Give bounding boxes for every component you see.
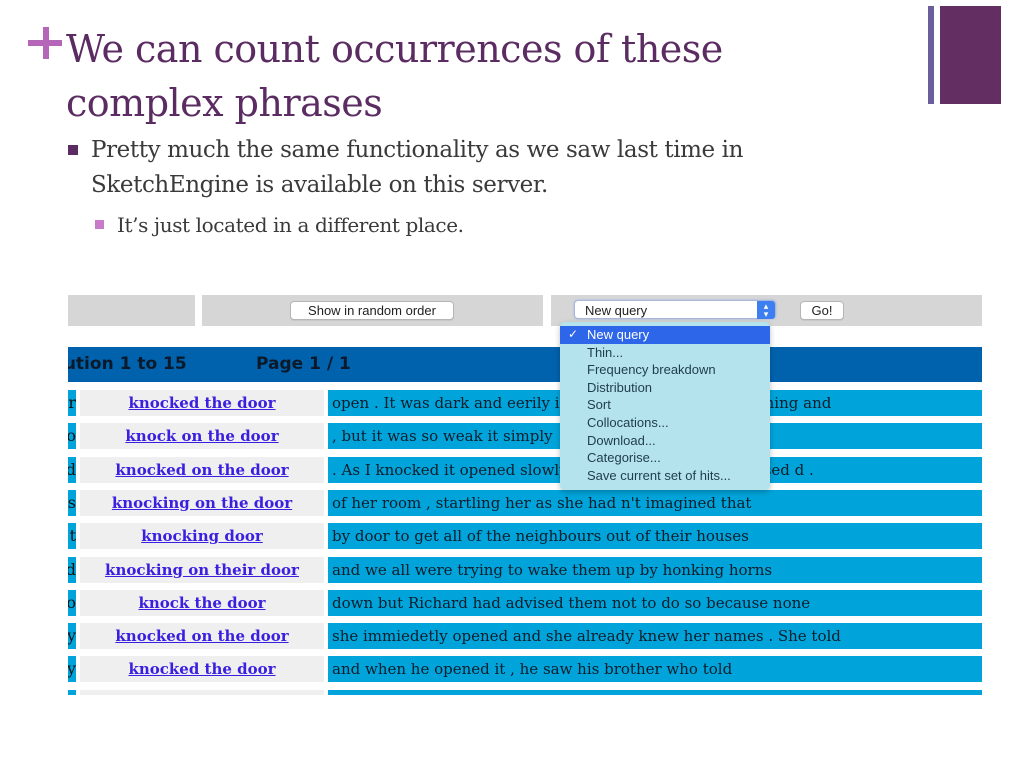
toolbar-section	[68, 295, 195, 326]
concordance-row: o knock the door down but Richard had advi…	[68, 589, 982, 616]
kwic-link[interactable]: knocked the door	[128, 394, 275, 412]
menu-item-label: Thin...	[587, 344, 624, 360]
chevron-updown-icon: ▴ ▾	[757, 301, 775, 319]
kwic-link[interactable]: knock the door	[138, 594, 265, 612]
right-context: and when he opened it , he saw his broth…	[328, 656, 982, 683]
left-context-text: y	[68, 659, 76, 679]
kwic-link[interactable]: knocked on the door	[115, 627, 288, 645]
plus-icon	[28, 24, 64, 60]
toolbar-section: Show in random order	[202, 295, 543, 326]
concordance-row: y knocked on the door she immiedetly opene…	[68, 623, 982, 650]
menu-item[interactable]: Save current set of hits...	[560, 467, 770, 485]
left-context-text: d	[68, 559, 76, 579]
menu-item-label: Distribution	[587, 379, 653, 395]
left-context: s	[68, 489, 76, 516]
menu-item[interactable]: Sort	[560, 396, 770, 414]
kwic-cell: knocked on the door	[80, 456, 324, 483]
kwic-cell	[80, 689, 324, 695]
concordance-row: d knocked on the door. As I knocked it op…	[68, 456, 982, 483]
action-dropdown-menu: ✓ New query Thin... Frequency breakdown Dist…	[560, 322, 770, 490]
slide-title: We can count occurrences of these comple…	[66, 27, 723, 125]
kwic-link[interactable]: knock on the door	[125, 427, 278, 445]
sub-bullet-square-icon	[95, 220, 104, 229]
kwic-cell: knocking on their door	[80, 556, 324, 583]
menu-item-label: Sort	[587, 397, 611, 413]
concordance-row: r knocked the door open . It was dark and …	[68, 390, 982, 416]
concordance-row: y knocked the door and when he opened it ,…	[68, 656, 982, 683]
kwic-cell: knocked on the door	[80, 623, 324, 650]
action-select[interactable]: New query ▴ ▾	[574, 300, 776, 319]
kwic-link[interactable]: knocking door	[141, 527, 263, 545]
menu-item-label: Collocations...	[587, 414, 669, 430]
kwic-cell: knock on the door	[80, 423, 324, 450]
sub-bullet-text: It’s just located in a different place.	[117, 213, 464, 237]
decorative-block	[940, 6, 1001, 104]
concordance-row	[68, 689, 982, 695]
left-context: o	[68, 589, 76, 616]
right-context: she immiedetly opened and she already kn…	[328, 623, 982, 650]
right-context: down but Richard had advised them not to…	[328, 589, 982, 616]
left-context: t	[68, 523, 76, 550]
kwic-link[interactable]: knocking on the door	[112, 494, 292, 512]
menu-item-label: Frequency breakdown	[587, 362, 716, 378]
kwic-link[interactable]: knocked on the door	[115, 461, 288, 479]
menu-item-label: Save current set of hits...	[587, 467, 731, 483]
menu-item-label: Download...	[587, 432, 656, 448]
checkmark-icon: ✓	[568, 327, 579, 341]
left-context-text: y	[68, 626, 76, 646]
menu-item[interactable]: Frequency breakdown	[560, 361, 770, 379]
kwic-cell: knocking door	[80, 523, 324, 550]
decorative-bar	[928, 6, 934, 104]
left-context	[68, 689, 76, 695]
menu-item[interactable]: Collocations...	[560, 414, 770, 432]
show-random-order-button[interactable]: Show in random order	[290, 301, 454, 320]
menu-item[interactable]: ✓ New query	[560, 326, 770, 344]
menu-item-label: Categorise...	[587, 450, 661, 466]
left-context-text: o	[68, 426, 76, 446]
bullet-square-icon	[68, 145, 78, 155]
right-context: and we all were trying to wake them up b…	[328, 556, 982, 583]
left-context: o	[68, 423, 76, 450]
concordance-screenshot: Show in random order New query ▴ ▾ Go! lu…	[68, 295, 982, 695]
menu-item[interactable]: Categorise...	[560, 449, 770, 467]
concordance-row: t knocking door by door to get all of the …	[68, 523, 982, 550]
select-value: New query	[585, 303, 648, 318]
menu-item[interactable]: Distribution	[560, 379, 770, 397]
menu-item[interactable]: Download...	[560, 432, 770, 450]
left-context-text: s	[68, 492, 76, 512]
left-context: r	[68, 390, 76, 416]
left-context: d	[68, 556, 76, 583]
right-context: of her room , startling her as she had n…	[328, 489, 982, 516]
left-context-text: r	[68, 393, 76, 412]
left-context-text: d	[68, 459, 76, 479]
concordance-row: d knocking on their door and we all were t…	[68, 556, 982, 583]
go-button[interactable]: Go!	[800, 301, 844, 320]
menu-item-label: New query	[587, 327, 650, 342]
kwic-link[interactable]: knocked the door	[128, 660, 275, 678]
menu-item[interactable]: Thin...	[560, 344, 770, 362]
left-context-text: t	[69, 526, 76, 546]
left-context-text: o	[68, 592, 76, 612]
results-header: lution 1 to 15 Page 1 / 1	[68, 347, 982, 382]
right-context	[328, 689, 982, 695]
bullet-text: Pretty much the same functionality as we…	[91, 137, 744, 198]
kwic-link[interactable]: knocking on their door	[105, 561, 299, 579]
page-indicator: Page 1 / 1	[256, 354, 351, 374]
left-context: y	[68, 656, 76, 683]
kwic-cell: knocking on the door	[80, 489, 324, 516]
left-context: d	[68, 456, 76, 483]
concordance-row: o knock on the door, but it was so weak i…	[68, 423, 982, 450]
kwic-cell: knocked the door	[80, 390, 324, 416]
concordance-row: s knocking on the door of her room , start…	[68, 489, 982, 516]
results-range: lution 1 to 15	[68, 354, 187, 374]
right-context: by door to get all of the neighbours out…	[328, 523, 982, 550]
kwic-cell: knock the door	[80, 589, 324, 616]
left-context: y	[68, 623, 76, 650]
kwic-cell: knocked the door	[80, 656, 324, 683]
